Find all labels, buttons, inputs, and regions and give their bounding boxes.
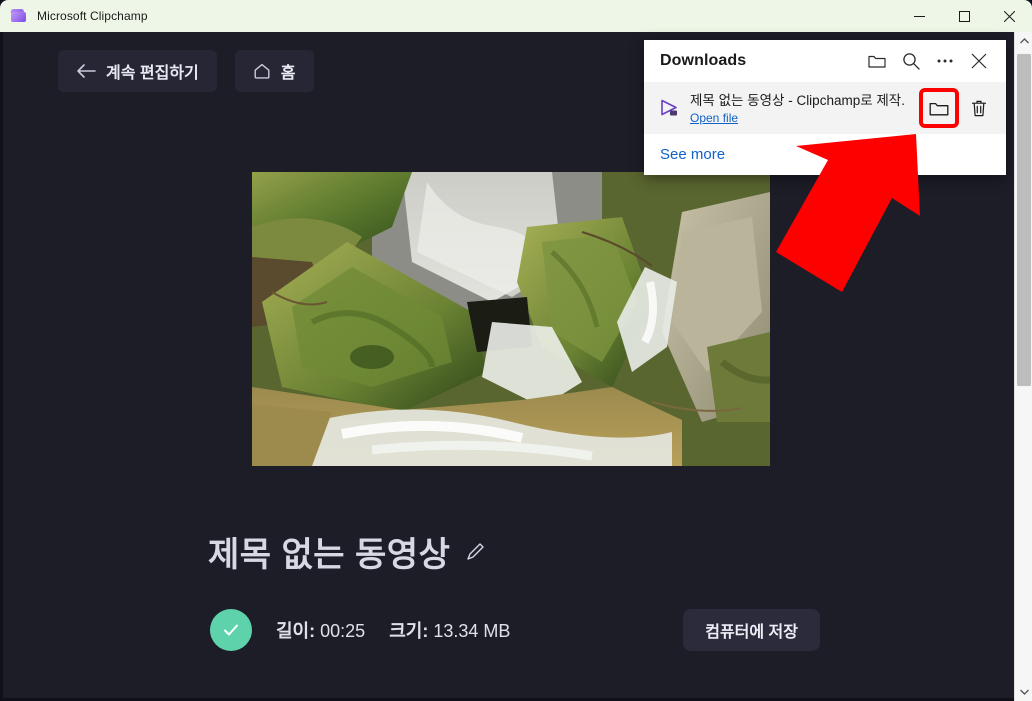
back-button-label: 계속 편집하기 [106, 65, 199, 82]
vertical-scrollbar[interactable] [1014, 32, 1032, 701]
open-folder-icon[interactable] [919, 88, 959, 128]
clipchamp-icon [10, 8, 27, 24]
chevron-up-icon[interactable] [1015, 32, 1032, 50]
minimize-button[interactable] [897, 0, 942, 32]
downloads-flyout: Downloads 제목 없는 동영상 - Clipchamp로 제작. Ope… [644, 40, 1006, 175]
home-button-label: 홈 [280, 65, 296, 82]
downloads-header-actions [862, 46, 994, 76]
chevron-down-icon[interactable] [1015, 683, 1032, 701]
check-circle-icon [210, 609, 252, 651]
maximize-button[interactable] [942, 0, 987, 32]
trash-icon[interactable] [962, 91, 996, 125]
video-thumbnail[interactable] [252, 172, 770, 466]
back-to-editing-button[interactable]: 계속 편집하기 [58, 50, 217, 92]
download-item-texts: 제목 없는 동영상 - Clipchamp로 제작. Open file [690, 89, 922, 127]
downloads-title: Downloads [660, 52, 747, 69]
window-controls [897, 0, 1032, 32]
size-label: 크기: [389, 621, 429, 641]
home-button[interactable]: 홈 [234, 50, 314, 92]
download-item[interactable]: 제목 없는 동영상 - Clipchamp로 제작. Open file [644, 82, 1006, 134]
search-icon[interactable] [896, 46, 926, 76]
download-file-name: 제목 없는 동영상 - Clipchamp로 제작. [690, 93, 904, 108]
folder-icon[interactable] [862, 46, 892, 76]
close-icon[interactable] [964, 46, 994, 76]
more-ellipsis-icon[interactable] [930, 46, 960, 76]
top-navigation: 계속 편집하기 홈 [58, 50, 314, 92]
page-title: 제목 없는 동영상 [208, 536, 451, 574]
arrow-left-icon [76, 63, 96, 79]
screen: Microsoft Clipchamp 계속 편집하기 홈 제목 없는 동영상 … [0, 0, 1032, 701]
video-thumbnail-image [252, 172, 770, 466]
duration-label: 길이: [276, 621, 316, 641]
video-meta-text: 길이: 00:25 크기: 13.34 MB [276, 617, 510, 643]
see-more-link[interactable]: See more [660, 146, 725, 163]
scrollbar-thumb[interactable] [1017, 54, 1031, 386]
downloads-header: Downloads [644, 40, 1006, 82]
window-title: Microsoft Clipchamp [37, 9, 148, 23]
window-titlebar: Microsoft Clipchamp [0, 0, 1032, 32]
open-folder-wrapper [919, 88, 959, 128]
video-title-row: 제목 없는 동영상 [208, 527, 486, 576]
downloads-footer: See more [644, 134, 1006, 175]
video-file-icon [658, 98, 684, 118]
pencil-icon[interactable] [464, 541, 486, 563]
close-button[interactable] [987, 0, 1032, 32]
duration-value: 00:25 [320, 621, 366, 641]
size-value: 13.34 MB [433, 621, 511, 641]
save-to-computer-button[interactable]: 컴퓨터에 저장 [683, 609, 820, 651]
home-icon [253, 62, 271, 80]
open-file-link[interactable]: Open file [690, 111, 738, 125]
video-meta-row: 길이: 00:25 크기: 13.34 MB 컴퓨터에 저장 [210, 608, 820, 652]
